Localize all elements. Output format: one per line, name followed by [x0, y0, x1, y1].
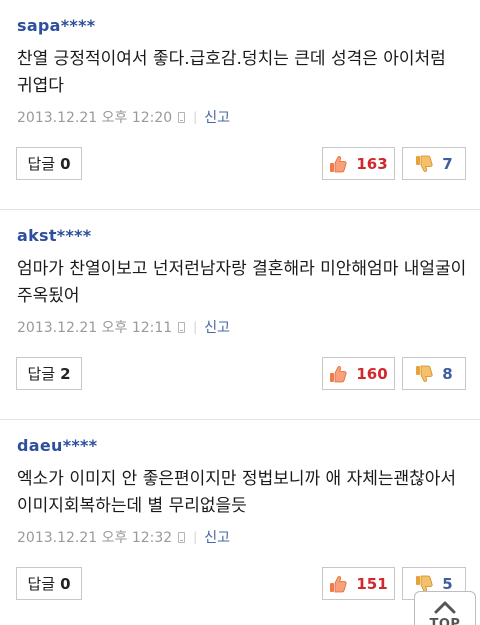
meta-divider: | — [193, 530, 198, 544]
comment-author[interactable]: daeu**** — [17, 436, 97, 455]
report-link[interactable]: 신고 — [204, 107, 230, 127]
comment-datetime: 2013.12.21 오후 12:20 — [17, 110, 173, 126]
report-link[interactable]: 신고 — [204, 527, 230, 547]
like-count: 151 — [356, 574, 388, 593]
mobile-phone-icon — [178, 321, 186, 333]
thumbs-down-icon — [416, 155, 433, 172]
comment-text: 엄마가 찬열이보고 넌저런남자랑 결혼해라 미안해엄마 내얼굴이 주옥됬어 — [17, 259, 467, 306]
thumbs-up-icon — [330, 365, 347, 382]
comment-meta: 2013.12.21 오후 12:32 | 신고 — [17, 527, 230, 547]
scroll-to-top-button[interactable]: TOP — [414, 591, 476, 625]
thumbs-up-icon — [330, 155, 347, 172]
top-label: TOP — [429, 617, 461, 625]
like-button[interactable]: 151 — [322, 567, 395, 600]
comment-author[interactable]: sapa**** — [17, 16, 95, 35]
comment-text: 엑소가 이미지 안 좋은편이지만 정법보니까 애 자체는괜찮아서 이미지회복하는… — [17, 469, 457, 516]
reply-button[interactable]: 답글 2 — [16, 357, 82, 390]
thumbs-down-icon — [416, 575, 433, 592]
reply-label: 답글 — [27, 365, 56, 383]
like-count: 160 — [356, 364, 388, 383]
thumbs-down-icon — [416, 365, 433, 382]
reply-count: 0 — [60, 574, 71, 593]
comment-meta: 2013.12.21 오후 12:20 | 신고 — [17, 107, 230, 127]
comment-item: akst**** 엄마가 찬열이보고 넌저런남자랑 결혼해라 미안해엄마 내얼굴… — [0, 210, 480, 420]
reply-count: 0 — [60, 154, 71, 173]
thumbs-up-icon — [330, 575, 347, 592]
reply-count: 2 — [60, 364, 71, 383]
comment-datetime: 2013.12.21 오후 12:11 — [17, 320, 173, 336]
dislike-button[interactable]: 8 — [402, 357, 466, 390]
dislike-count: 5 — [442, 574, 453, 593]
comment-item: daeu**** 엑소가 이미지 안 좋은편이지만 정법보니까 애 자체는괜찮아… — [0, 420, 480, 625]
comment-datetime: 2013.12.21 오후 12:32 — [17, 530, 173, 546]
report-link[interactable]: 신고 — [204, 317, 230, 337]
like-count: 163 — [356, 154, 388, 173]
reply-button[interactable]: 답글 0 — [16, 567, 82, 600]
comment-meta: 2013.12.21 오후 12:11 | 신고 — [17, 317, 230, 337]
comment-list-page: sapa**** 찬열 긍정적이여서 좋다.급호감.덩치는 큰데 성격은 아이처… — [0, 0, 480, 625]
reply-label: 답글 — [27, 575, 56, 593]
like-button[interactable]: 163 — [322, 147, 395, 180]
dislike-button[interactable]: 7 — [402, 147, 466, 180]
meta-divider: | — [193, 320, 198, 334]
comment-item: sapa**** 찬열 긍정적이여서 좋다.급호감.덩치는 큰데 성격은 아이처… — [0, 0, 480, 210]
comment-text: 찬열 긍정적이여서 좋다.급호감.덩치는 큰데 성격은 아이처럼 귀엽다 — [17, 49, 446, 96]
chevron-up-icon — [434, 601, 456, 614]
like-button[interactable]: 160 — [322, 357, 395, 390]
reply-button[interactable]: 답글 0 — [16, 147, 82, 180]
mobile-phone-icon — [178, 531, 186, 543]
meta-divider: | — [193, 110, 198, 124]
dislike-count: 7 — [442, 154, 453, 173]
mobile-phone-icon — [178, 111, 186, 123]
comment-author[interactable]: akst**** — [17, 226, 91, 245]
dislike-count: 8 — [442, 364, 453, 383]
reply-label: 답글 — [27, 155, 56, 173]
